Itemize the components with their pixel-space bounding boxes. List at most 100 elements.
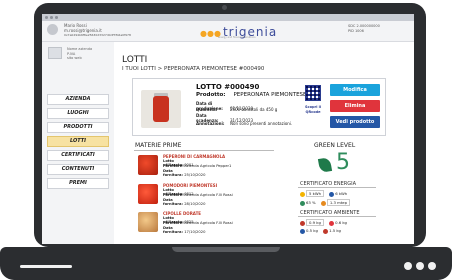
field-label: Data fornitura:	[163, 169, 184, 177]
recycle-icon	[329, 220, 335, 226]
top-right-info: SDC 2.000000000 PID 1006	[348, 24, 380, 34]
material-field: Fornitore: Azienda Agricola Pepper1	[163, 164, 231, 168]
qr-link[interactable]: Scopri il QRcode	[301, 105, 325, 114]
green-level-value: 5	[336, 150, 350, 175]
lot-field: Quantità: 2500 barattoli da 450 g	[196, 107, 277, 112]
user-hash: 0x7a0294b6f8e25630d3327d0df7fb6a0f978	[64, 33, 131, 37]
window-dot[interactable]	[55, 16, 58, 19]
pid-value: PID 1006	[348, 29, 364, 33]
product-row: Prodotto: PEPERONATA PIEMONTESE	[196, 92, 307, 98]
company-name: Nome azienda	[67, 47, 93, 51]
material-field: Data fornitura: 28/10/2020	[163, 198, 205, 206]
material-field: Fornitore: Azienda Agricola F.lli Rossi	[163, 193, 233, 197]
cert-value: 1.3 mtep	[326, 199, 351, 206]
energy-cert-row: 5 kWh 6 kWh	[300, 190, 347, 197]
energy-cert-row: 63 % 1.3 mtep	[300, 199, 351, 206]
tomato-image	[138, 184, 158, 204]
list-item[interactable]: POMODORI PIEMONTESI Lotto utilizzato: 08…	[135, 182, 275, 210]
leaf-small-icon	[300, 200, 305, 206]
window-dot[interactable]	[45, 16, 48, 19]
page-title: LOTTI	[122, 55, 148, 65]
field-value: 25/10/2020	[184, 173, 206, 177]
base-dot	[404, 262, 412, 270]
field-label: Fornitore:	[163, 221, 184, 225]
sidebar-item-prodotti[interactable]: PRODOTTI	[47, 122, 109, 133]
camera	[222, 5, 227, 10]
cert-value: 0.6 kg	[335, 220, 347, 225]
cert-value: 0.5 kg	[306, 228, 318, 233]
laptop-notch	[172, 247, 280, 252]
user-info: Mario Rossi m.rossi@trigenia.it 0x7a0294…	[64, 23, 131, 38]
divider	[298, 216, 376, 217]
window-bar	[42, 14, 414, 21]
jar-icon	[153, 96, 169, 122]
drop-icon	[300, 228, 305, 234]
onion-image	[138, 212, 158, 232]
env-cert-row: 0.9 kg 0.6 kg	[300, 219, 347, 226]
divider	[298, 187, 376, 188]
raw-materials-title: MATERIE PRIME	[135, 142, 182, 149]
field-value: Azienda Agricola F.lli Rossi	[184, 221, 233, 225]
sidebar: Nome azienda P.IVA sito web AZIENDA LUOG…	[42, 42, 114, 244]
globe-icon	[323, 228, 329, 234]
field-label: Fornitore:	[163, 193, 184, 197]
field-value: 28/10/2020	[184, 202, 206, 206]
laptop-frame: Mario Rossi m.rossi@trigenia.it 0x7a0294…	[0, 0, 452, 280]
field-label: Quantità:	[196, 107, 218, 112]
house-icon	[329, 191, 335, 197]
cert-value: 63 %	[306, 200, 316, 205]
field-value: 17/10/2020	[184, 230, 206, 234]
pepper-image	[138, 155, 158, 175]
delete-button[interactable]: Elimina	[330, 100, 380, 112]
field-label: Data fornitura:	[163, 198, 184, 206]
field-label: Annotazioni:	[196, 121, 225, 126]
lot-field: Annotazioni: Non sono presenti annotazion…	[196, 121, 292, 126]
field-value: Azienda Agricola F.lli Rossi	[184, 193, 233, 197]
field-value: Non sono presenti annotazioni.	[230, 121, 293, 126]
green-level-title: GREEN LEVEL	[314, 142, 356, 149]
lot-number: LOTTO #000490	[196, 83, 260, 91]
base-dot	[428, 262, 436, 270]
truck-icon	[300, 220, 305, 226]
material-field: Data fornitura: 17/10/2020	[163, 226, 205, 234]
sidebar-item-luoghi[interactable]: LUOGHI	[47, 108, 109, 119]
sidebar-item-certificati[interactable]: CERTIFICATI	[47, 150, 109, 161]
material-field: Data fornitura: 25/10/2020	[163, 169, 205, 177]
list-item[interactable]: CIPOLLE DORATE Lotto utilizzato: 0825 Fo…	[135, 210, 275, 238]
product-label: Prodotto:	[196, 92, 226, 98]
window-dot[interactable]	[50, 16, 53, 19]
cert-value: 1.5 kg	[329, 228, 341, 233]
material-field: Fornitore: Azienda Agricola F.lli Rossi	[163, 221, 233, 225]
logo-subtitle: energy and financial solutions	[218, 36, 256, 39]
company-logo-placeholder	[48, 47, 62, 59]
sidebar-item-contenuti[interactable]: CONTENUTI	[47, 164, 109, 175]
sidebar-item-premi[interactable]: PREMI	[47, 178, 109, 189]
app-screen: Mario Rossi m.rossi@trigenia.it 0x7a0294…	[42, 14, 414, 244]
view-product-button[interactable]: Vedi prodotto	[330, 116, 380, 128]
cert-value: 6 kWh	[335, 191, 348, 196]
company-website: sito web	[67, 56, 82, 60]
edit-button[interactable]: Modifica	[330, 84, 380, 96]
top-bar: Mario Rossi m.rossi@trigenia.it 0x7a0294…	[42, 14, 414, 42]
cert-value: 0.9 kg	[306, 219, 324, 226]
lot-card: LOTTO #000490 Prodotto: PEPERONATA PIEMON…	[132, 78, 386, 136]
cert-value: 5 kWh	[306, 190, 324, 197]
divider	[134, 150, 274, 151]
gauge-icon	[320, 200, 326, 206]
field-value: 2500 barattoli da 450 g	[230, 107, 278, 112]
sidebar-item-azienda[interactable]: AZIENDA	[47, 94, 109, 105]
avatar[interactable]	[47, 24, 58, 35]
breadcrumb[interactable]: I TUOI LOTTI > PEPERONATA PIEMONTESE #00…	[122, 66, 264, 72]
company-info: Nome azienda P.IVA sito web	[67, 47, 92, 61]
sun-icon	[300, 191, 305, 197]
sidebar-menu: AZIENDA LUOGHI PRODOTTI LOTTI CERTIFICAT…	[47, 94, 109, 192]
base-line	[20, 265, 72, 268]
main-content: LOTTI I TUOI LOTTI > PEPERONATA PIEMONTE…	[114, 42, 414, 244]
sidebar-item-lotti[interactable]: LOTTI	[47, 136, 109, 147]
field-label: Data fornitura:	[163, 226, 184, 234]
field-label: Fornitore:	[163, 164, 184, 168]
list-item[interactable]: PEPERONI DI CARMAGNOLA Lotto utilizzato:…	[135, 153, 275, 181]
env-cert-row: 0.5 kg 1.5 kg	[300, 228, 341, 234]
qr-code-icon[interactable]	[305, 85, 321, 101]
base-dot	[416, 262, 424, 270]
